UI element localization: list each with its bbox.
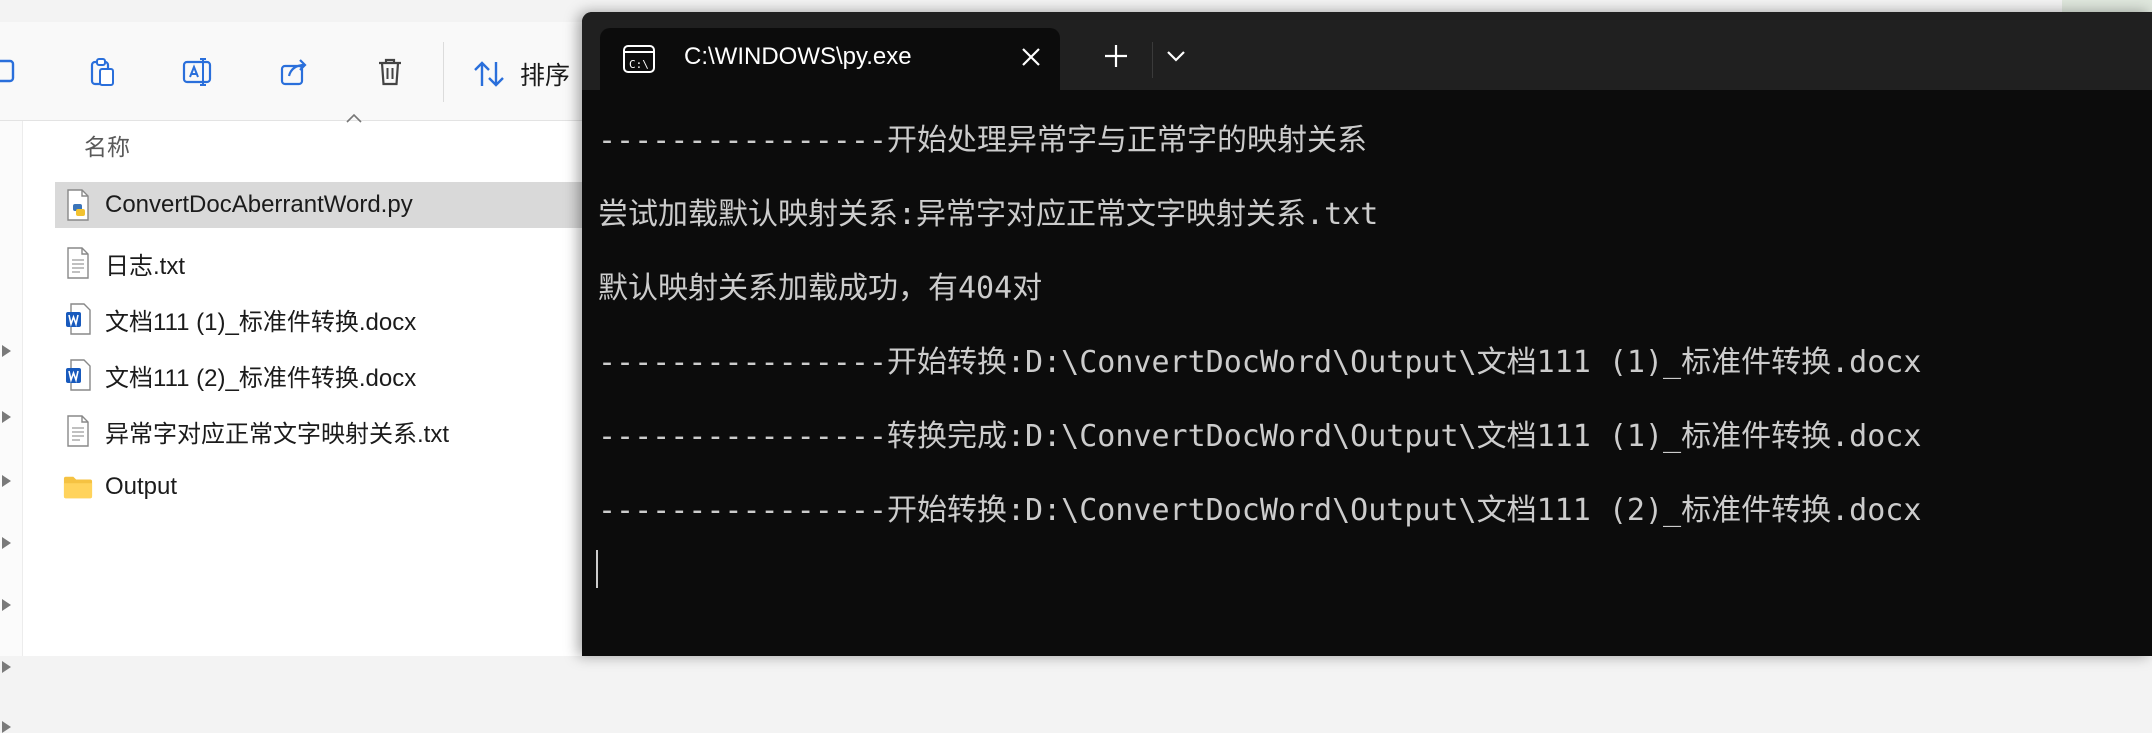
share-icon [280,59,307,86]
nav-pin-icon[interactable] [2,475,11,487]
file-row[interactable]: 异常字对应正常文字映射关系.txt [55,408,585,454]
sort-label: 排序 [520,61,571,90]
terminal-titlebar[interactable]: C:\ C:\WINDOWS\py.exe [582,12,2152,90]
sort-button[interactable]: 排序 [472,52,570,96]
file-name: 文档111 (1)_标准件转换.docx [105,308,417,336]
python-file-icon [63,188,93,222]
console-line: ----------------转换完成:D:\ConvertDocWord\O… [598,419,1922,454]
plus-icon[interactable] [1102,42,1130,70]
file-name: Output [105,473,178,500]
word-file-icon [63,302,93,336]
console-line: ----------------开始转换:D:\ConvertDocWord\O… [598,345,1922,380]
console-line: ----------------开始处理异常字与正常字的映射关系 [598,123,1367,158]
paste-icon [90,58,114,86]
svg-text:C:\: C:\ [629,58,649,71]
delete-icon [379,58,401,86]
file-name: 日志.txt [105,252,186,280]
close-icon[interactable] [1018,44,1044,70]
terminal-app-icon: C:\ [623,45,655,73]
paste-button[interactable] [78,48,126,96]
sort-caret-up-icon [346,113,362,123]
rename-icon [182,58,212,86]
delete-button[interactable] [366,48,414,96]
file-name: 文档111 (2)_标准件转换.docx [105,364,417,392]
nav-pin-icon[interactable] [2,411,11,423]
titlebar-divider [1152,42,1153,78]
file-name: ConvertDocAberrantWord.py [105,191,413,218]
toolbar-separator [443,42,444,102]
file-row[interactable]: Output [55,464,585,510]
sort-arrows-icon [474,61,504,87]
file-row[interactable]: 日志.txt [55,240,585,286]
file-name: 异常字对应正常文字映射关系.txt [105,420,450,448]
text-file-icon [63,414,93,448]
terminal-window: C:\ C:\WINDOWS\py.exe ----------------开始… [582,12,2152,656]
file-row[interactable]: 文档111 (2)_标准件转换.docx [55,352,585,398]
text-file-icon [63,246,93,280]
folder-icon [63,470,93,504]
copy-icon [0,59,15,83]
navigation-pane [0,121,23,733]
nav-pin-icon[interactable] [2,661,11,673]
nav-pin-icon[interactable] [2,599,11,611]
terminal-tab-title: C:\WINDOWS\py.exe [684,43,912,70]
column-header-name[interactable]: 名称 [84,128,130,162]
word-file-icon [63,358,93,392]
terminal-tab[interactable]: C:\ C:\WINDOWS\py.exe [600,28,1060,90]
share-button[interactable] [270,48,318,96]
console-output[interactable]: ----------------开始处理异常字与正常字的映射关系 尝试加载默认映… [598,104,2138,548]
nav-pin-icon[interactable] [2,537,11,549]
console-line: ----------------开始转换:D:\ConvertDocWord\O… [598,493,1922,528]
nav-expand-icon[interactable] [2,345,11,357]
text-cursor [596,550,598,588]
rename-button[interactable] [174,48,222,96]
nav-pin-icon[interactable] [2,721,11,733]
column-header-label: 名称 [84,135,130,161]
console-line: 默认映射关系加载成功，有404对 [598,271,1043,306]
chevron-down-icon[interactable] [1164,46,1188,66]
copy-button[interactable] [0,48,30,96]
file-row[interactable]: ConvertDocAberrantWord.py [55,182,585,228]
file-row[interactable]: 文档111 (1)_标准件转换.docx [55,296,585,342]
console-line: 尝试加载默认映射关系:异常字对应正常文字映射关系.txt [598,197,1379,232]
